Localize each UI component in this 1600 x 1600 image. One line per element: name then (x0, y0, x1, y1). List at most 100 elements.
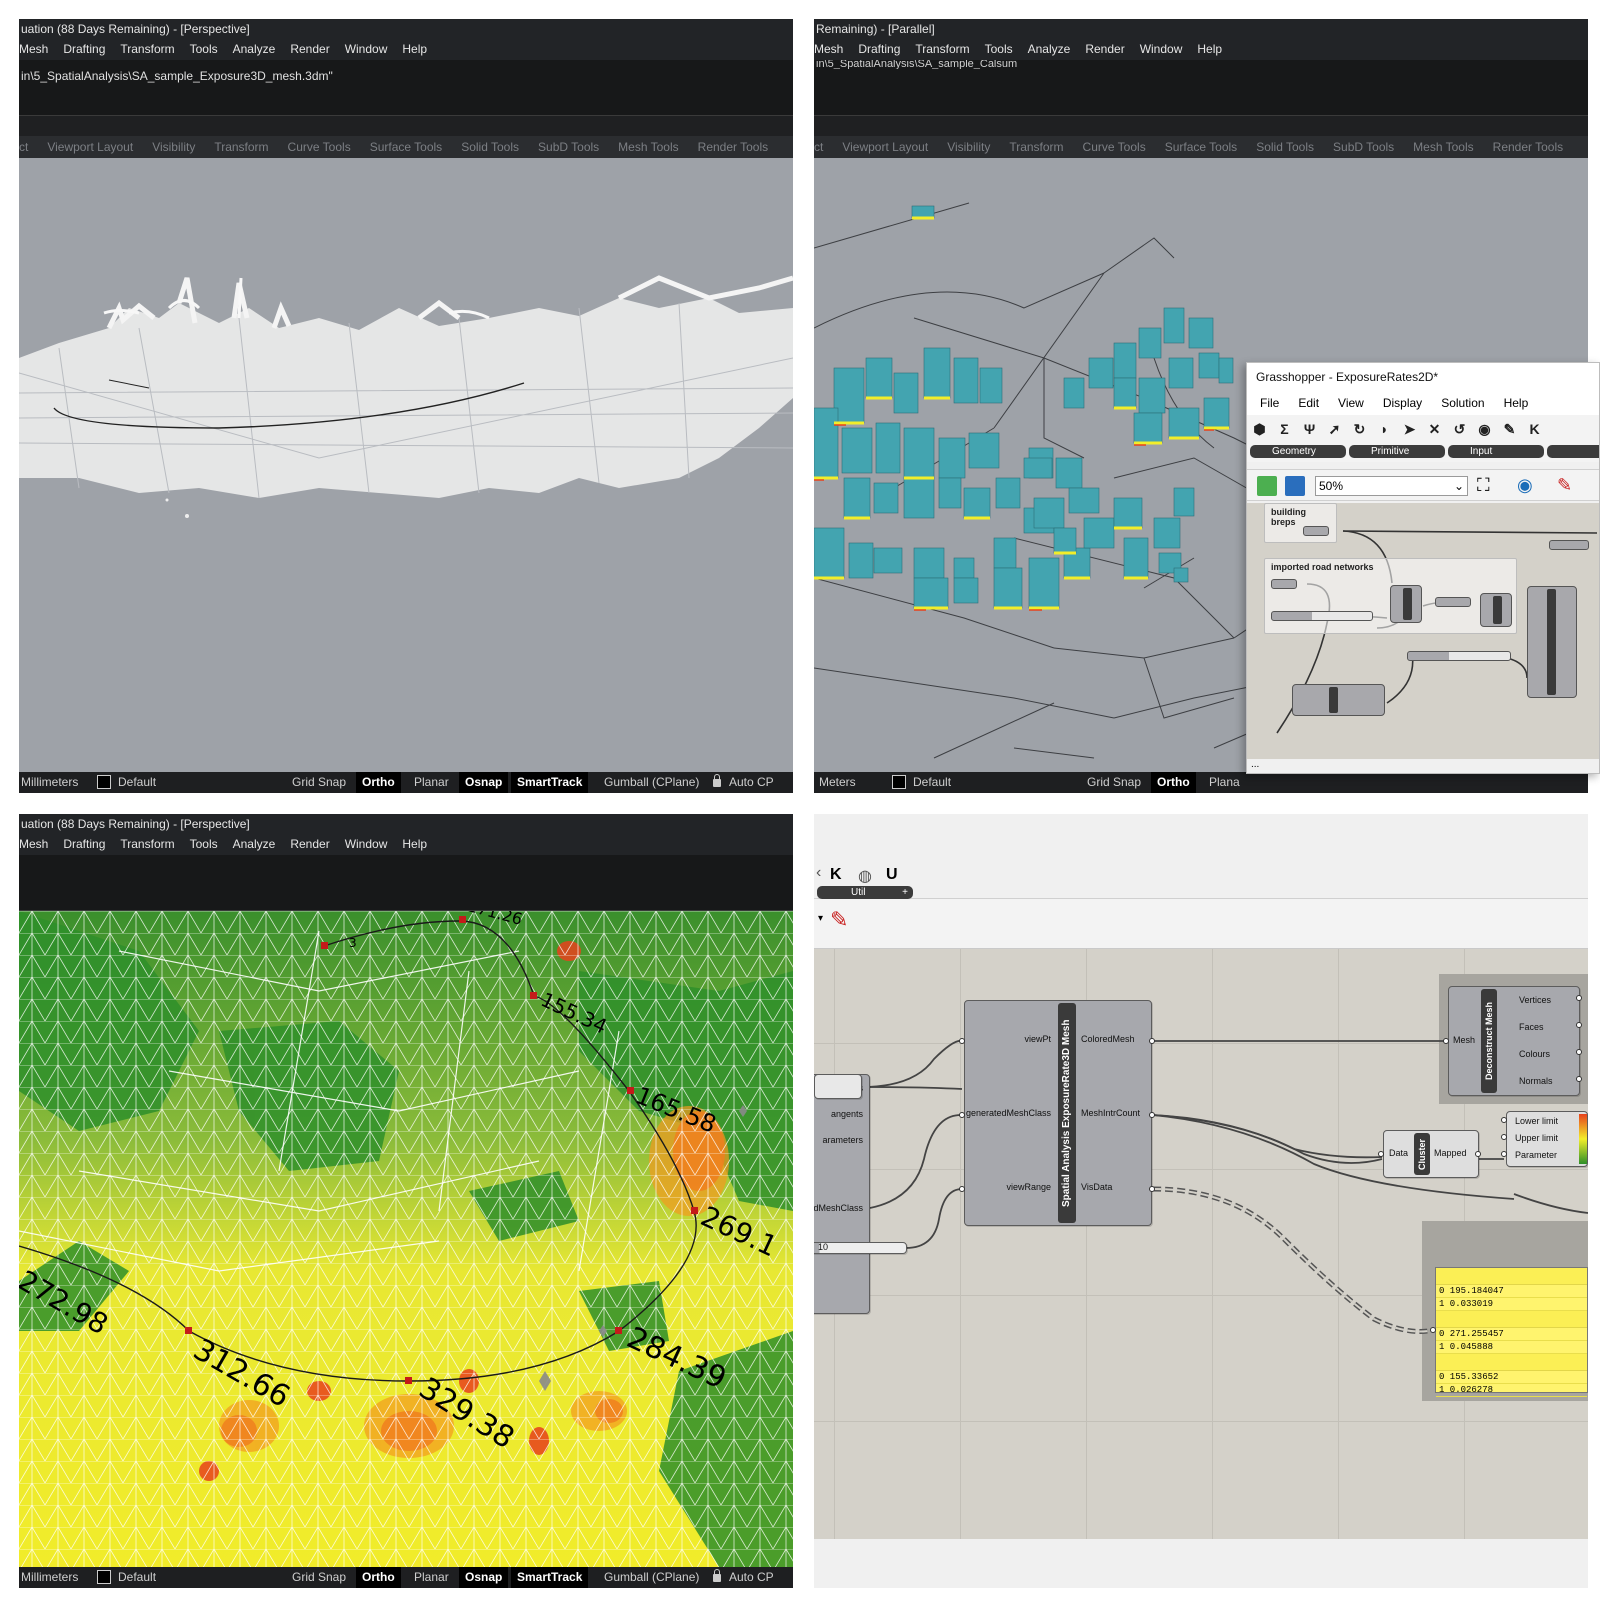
input-port[interactable] (959, 1112, 965, 1118)
input-generated-mesh-class[interactable]: generatedMeshClass (966, 1108, 1051, 1118)
zoom-dropdown[interactable]: 50% ⌄ (1315, 476, 1468, 496)
menu-window[interactable]: Window (1140, 42, 1183, 56)
gumball-toggle[interactable]: Gumball (CPlane) (604, 1567, 699, 1588)
tab-transform[interactable]: Transform (1009, 140, 1063, 154)
menu-render[interactable]: Render (290, 837, 329, 851)
menu-analyze[interactable]: Analyze (233, 42, 276, 56)
tab-mesh-tools[interactable]: Mesh Tools (1413, 140, 1473, 154)
category-input[interactable]: Input (1448, 445, 1544, 458)
gh-component-large[interactable] (1527, 586, 1577, 698)
menu-transform[interactable]: Transform (120, 42, 174, 56)
tab-render-tools[interactable]: Render Tools (1493, 140, 1564, 154)
tab-viewport-layout[interactable]: Viewport Layout (47, 140, 133, 154)
exposure-rate-3d-mesh-component[interactable]: Spatial Analysis ExposureRate3D Mesh vie… (964, 1000, 1152, 1226)
units-label[interactable]: Meters (819, 772, 856, 793)
menu-mesh[interactable]: Mesh (19, 42, 48, 56)
input-upper-limit[interactable]: Upper limit (1515, 1133, 1558, 1143)
input-view-range[interactable]: viewRange (1006, 1182, 1051, 1192)
output-port[interactable] (1576, 1022, 1582, 1028)
menu-mesh[interactable]: Mesh (19, 837, 48, 851)
smarttrack-toggle[interactable]: SmartTrack (511, 1567, 589, 1588)
planar-toggle[interactable]: Planar (414, 772, 449, 793)
dropdown-arrow-icon[interactable]: ▾ (818, 913, 823, 924)
grid-snap-toggle[interactable]: Grid Snap (1087, 772, 1141, 793)
menu-help[interactable]: Help (402, 837, 427, 851)
tab-curve-tools[interactable]: Curve Tools (1083, 140, 1146, 154)
category-primitive[interactable]: Primitive (1349, 445, 1445, 458)
category-geometry[interactable]: Geometry (1250, 445, 1346, 458)
grasshopper-canvas[interactable]: building breps imported road networks (1247, 503, 1599, 763)
menu-window[interactable]: Window (345, 837, 388, 851)
gh-menu-edit[interactable]: Edit (1298, 396, 1319, 410)
gh-param-node[interactable] (1435, 597, 1471, 607)
menu-drafting[interactable]: Drafting (63, 42, 105, 56)
kangaroo-tab-icon[interactable]: ✎ (1497, 415, 1522, 443)
tab-mesh-tools[interactable]: Mesh Tools (618, 140, 678, 154)
gh-component[interactable] (1390, 585, 1422, 623)
layer-indicator[interactable]: Default (892, 772, 951, 793)
output-port[interactable] (1475, 1151, 1481, 1157)
surface-tab-icon[interactable]: ◗ (1372, 415, 1397, 443)
input-mesh[interactable]: Mesh (1453, 1035, 1475, 1045)
perspective-viewport[interactable]: 271.26 3 155.34 165.58 269.1 272.98 312.… (19, 911, 793, 1567)
menu-render[interactable]: Render (1085, 42, 1124, 56)
menu-drafting[interactable]: Drafting (63, 837, 105, 851)
category-util[interactable]: Util + (817, 886, 913, 899)
preview-eye-icon[interactable]: ◉ (1517, 475, 1533, 496)
menu-transform[interactable]: Transform (915, 42, 969, 56)
input-port[interactable] (1378, 1151, 1384, 1157)
gradient-component[interactable]: Lower limit Upper limit Parameter (1506, 1111, 1588, 1167)
auto-cplane-toggle[interactable]: Auto CP (713, 1567, 774, 1588)
menu-render[interactable]: Render (290, 42, 329, 56)
output-faces[interactable]: Faces (1519, 1022, 1544, 1032)
planar-toggle[interactable]: Plana (1209, 772, 1240, 793)
menu-analyze[interactable]: Analyze (233, 837, 276, 851)
grid-snap-toggle[interactable]: Grid Snap (292, 772, 346, 793)
layer-indicator[interactable]: Default (97, 1567, 156, 1588)
tab-render-tools[interactable]: Render Tools (698, 140, 769, 154)
menu-mesh[interactable]: Mesh (814, 42, 843, 56)
output-port[interactable] (1149, 1112, 1155, 1118)
gh-menu-display[interactable]: Display (1383, 396, 1422, 410)
k-tab-icon[interactable]: K (830, 866, 842, 884)
auto-cplane-toggle[interactable]: Auto CP (713, 772, 774, 793)
input-port[interactable] (1443, 1038, 1449, 1044)
output-panel[interactable]: 0 195.184047 1 0.033019 0 271.255457 1 0… (1435, 1267, 1588, 1397)
category-next[interactable] (1547, 445, 1599, 458)
sketch-pen-icon[interactable]: ✎ (1557, 475, 1572, 496)
units-label[interactable]: Millimeters (21, 1567, 78, 1588)
osnap-toggle[interactable]: Osnap (459, 1567, 509, 1588)
grid-snap-toggle[interactable]: Grid Snap (292, 1567, 346, 1588)
osnap-toggle[interactable]: Osnap (459, 772, 509, 793)
output-port[interactable] (1576, 1076, 1582, 1082)
u-tab-icon[interactable]: U (886, 866, 898, 884)
tab-ct[interactable]: ct (814, 140, 823, 154)
menu-tools[interactable]: Tools (190, 42, 218, 56)
output-normals[interactable]: Normals (1519, 1076, 1553, 1086)
deconstruct-mesh-component[interactable]: Deconstruct Mesh Mesh Vertices Faces Col… (1448, 986, 1580, 1096)
menu-tools[interactable]: Tools (985, 42, 1013, 56)
smarttrack-toggle[interactable]: SmartTrack (511, 772, 589, 793)
tool-tab-icon[interactable]: ◍ (858, 866, 872, 886)
curve-divide-component[interactable]: oints angents arameters dMeshClass (814, 1074, 870, 1314)
perspective-viewport[interactable] (19, 158, 793, 772)
output-port[interactable] (1149, 1038, 1155, 1044)
tab-transform[interactable]: Transform (214, 140, 268, 154)
input-port[interactable] (1501, 1134, 1507, 1140)
tab-curve-tools[interactable]: Curve Tools (288, 140, 351, 154)
menu-window[interactable]: Window (345, 42, 388, 56)
menu-tools[interactable]: Tools (190, 837, 218, 851)
sets-tab-icon[interactable]: Ψ (1297, 415, 1322, 443)
curve-tab-icon[interactable]: ↻ (1347, 415, 1372, 443)
gh-menu-help[interactable]: Help (1504, 396, 1529, 410)
input-port[interactable] (1501, 1151, 1507, 1157)
brep-param-node[interactable] (1303, 526, 1329, 536)
gh-menu-solution[interactable]: Solution (1441, 396, 1484, 410)
points-output-tab[interactable] (814, 1074, 862, 1099)
output-mesh-class[interactable]: dMeshClass (814, 1203, 863, 1213)
number-slider[interactable] (1271, 611, 1373, 621)
input-port[interactable] (959, 1038, 965, 1044)
tab-solid-tools[interactable]: Solid Tools (461, 140, 519, 154)
menu-analyze[interactable]: Analyze (1028, 42, 1071, 56)
maths-tab-icon[interactable]: Σ (1272, 415, 1297, 443)
